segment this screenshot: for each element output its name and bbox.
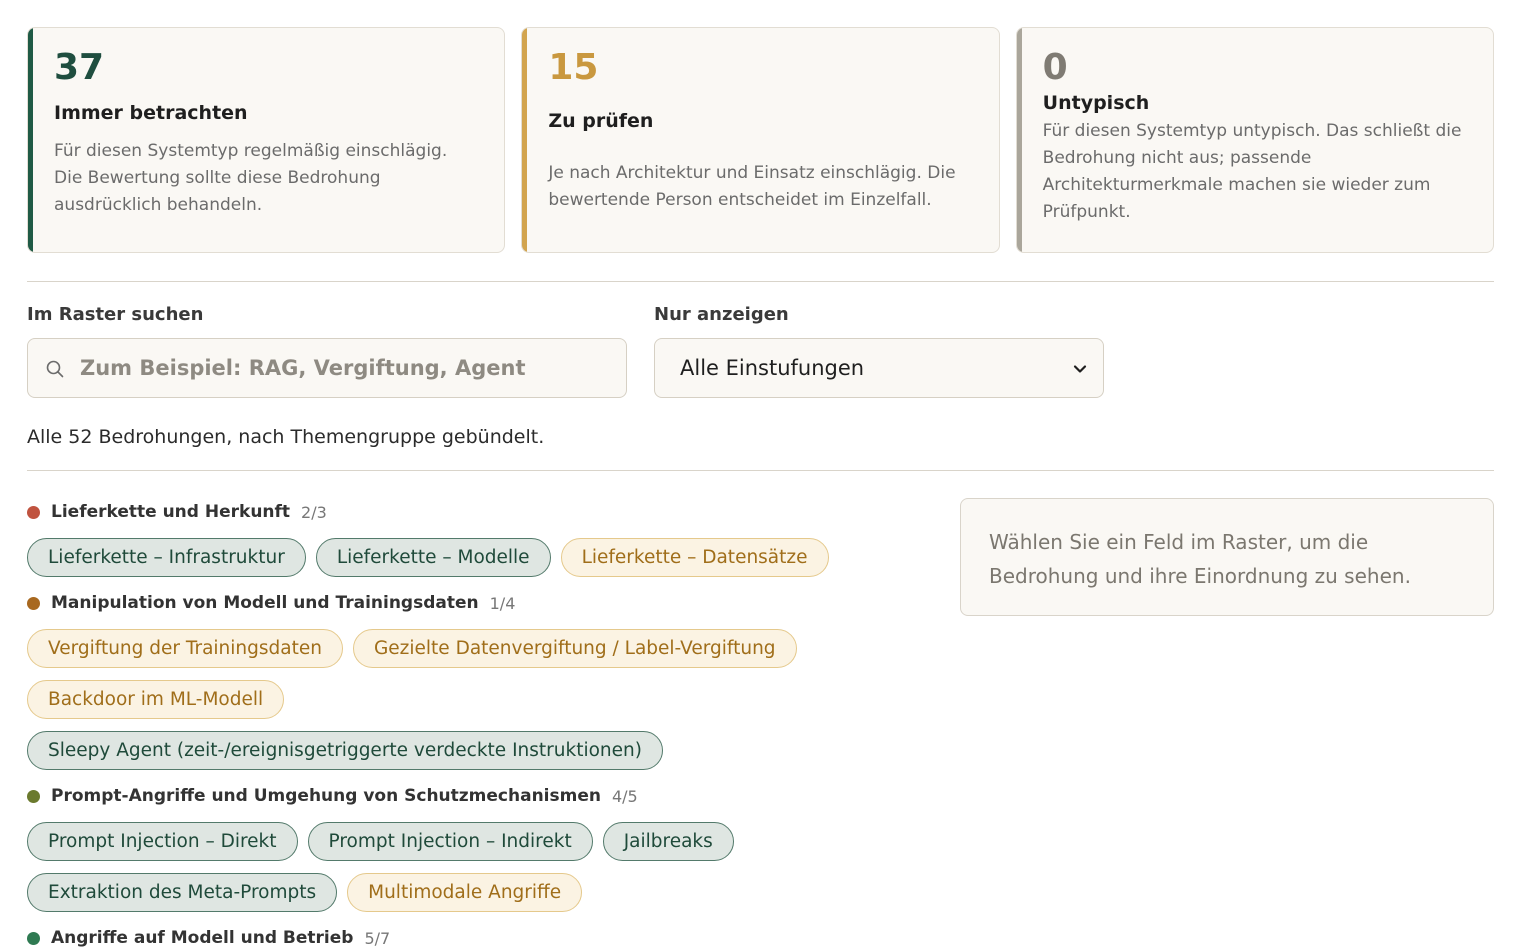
threat-tag[interactable]: Gezielte Datenvergiftung / Label-Vergift… [352, 629, 797, 668]
threat-tag[interactable]: Backdoor im ML-Modell [27, 680, 285, 719]
group-supply-chain: Lieferkette und Herkunft 2/3 Lieferkette… [27, 500, 907, 577]
summary-count: 0 [1042, 47, 1068, 88]
search-field[interactable] [27, 338, 627, 398]
group-header: Prompt-Angriffe und Umgehung von Schutzm… [27, 784, 907, 808]
group-count: 1/4 [489, 593, 516, 613]
summary-title: Immer betrachten [54, 102, 248, 124]
group-count: 5/7 [364, 928, 391, 948]
group-header: Manipulation von Modell und Trainingsdat… [27, 591, 907, 615]
group-color-dot [27, 789, 40, 803]
detail-panel: Wählen Sie ein Feld im Raster, um die Be… [960, 498, 1494, 616]
threat-tag[interactable]: Vergiftung der Trainingsdaten [27, 629, 343, 668]
threat-tag[interactable]: Prompt Injection – Direkt [27, 822, 298, 861]
threat-tag[interactable]: Prompt Injection – Indirekt [307, 822, 593, 861]
summary-cards: 37 Immer betrachten Für diesen Systemtyp… [27, 27, 1494, 253]
result-summary: Alle 52 Bedrohungen, nach Themengruppe g… [27, 426, 545, 448]
group-color-dot [27, 931, 40, 945]
summary-count: 37 [54, 47, 105, 88]
summary-title: Untypisch [1042, 92, 1150, 114]
threat-tag[interactable]: Sleepy Agent (zeit-/ereignisgetriggerte … [27, 731, 663, 770]
summary-description: Für diesen Systemtyp untypisch. Das schl… [1042, 121, 1462, 222]
threat-groups: Lieferkette und Herkunft 2/3 Lieferkette… [27, 500, 907, 950]
summary-title: Zu prüfen [548, 110, 654, 132]
group-name: Lieferkette und Herkunft [51, 502, 291, 522]
group-prompt-attacks: Prompt-Angriffe und Umgehung von Schutzm… [27, 784, 907, 912]
group-name: Manipulation von Modell und Trainingsdat… [51, 593, 479, 613]
threat-tag[interactable]: Lieferkette – Modelle [315, 538, 551, 577]
group-header: Angriffe auf Modell und Betrieb 5/7 [27, 926, 907, 950]
divider [27, 470, 1494, 471]
search-label: Im Raster suchen [27, 304, 204, 325]
divider [27, 281, 1494, 282]
group-model-operations: Angriffe auf Modell und Betrieb 5/7 [27, 926, 907, 950]
group-count: 4/5 [611, 786, 638, 806]
threat-tag[interactable]: Lieferkette – Infrastruktur [27, 538, 306, 577]
chevron-down-icon [1073, 365, 1087, 373]
threat-tag[interactable]: Lieferkette – Datensätze [560, 538, 829, 577]
threat-tag[interactable]: Extraktion des Meta-Prompts [27, 873, 338, 912]
group-header: Lieferkette und Herkunft 2/3 [27, 500, 907, 524]
summary-card-always: 37 Immer betrachten Für diesen Systemtyp… [27, 27, 506, 253]
search-icon [46, 360, 64, 378]
group-name: Angriffe auf Modell und Betrieb [51, 928, 354, 948]
summary-description: Je nach Architektur und Einsatz einschlä… [548, 163, 956, 210]
threat-tag[interactable]: Jailbreaks [602, 822, 734, 861]
group-count: 2/3 [301, 502, 327, 522]
detail-placeholder: Wählen Sie ein Feld im Raster, um die Be… [989, 530, 1411, 588]
filter-selected-value: Alle Einstufungen [680, 356, 865, 380]
threat-tag[interactable]: Multimodale Angriffe [347, 873, 583, 912]
group-color-dot [27, 596, 40, 610]
filter-select[interactable]: Alle Einstufungen [654, 338, 1104, 398]
group-model-manipulation: Manipulation von Modell und Trainingsdat… [27, 591, 907, 770]
group-color-dot [27, 505, 40, 519]
summary-card-check: 15 Zu prüfen Je nach Architektur und Ein… [521, 27, 1000, 253]
summary-count: 15 [548, 47, 599, 88]
summary-description: Für diesen Systemtyp regelmäßig einschlä… [54, 141, 448, 215]
group-name: Prompt-Angriffe und Umgehung von Schutzm… [51, 786, 601, 806]
summary-card-atypical: 0 Untypisch Für diesen Systemtyp untypis… [1015, 27, 1494, 253]
search-input[interactable] [80, 339, 610, 397]
filter-label: Nur anzeigen [654, 304, 789, 325]
